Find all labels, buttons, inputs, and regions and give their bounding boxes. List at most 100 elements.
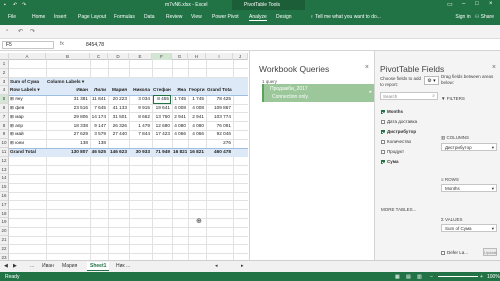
row-header-10[interactable]: 10 <box>0 139 9 148</box>
pivot-row-label[interactable]: ⊞ юни <box>10 139 45 148</box>
tab-design[interactable]: Design <box>276 14 292 20</box>
grand-total-cell[interactable]: 30 933 <box>130 148 151 157</box>
row-header-8[interactable]: 8 <box>0 121 9 131</box>
pivot-value-cell[interactable] <box>130 139 151 148</box>
active-cell[interactable]: 8 455 <box>153 95 171 104</box>
field-checkbox[interactable] <box>381 109 385 114</box>
row-header-15[interactable]: 15 <box>0 183 9 192</box>
undo-icon[interactable]: ↶ <box>18 28 23 35</box>
close-icon[interactable]: × <box>489 1 493 7</box>
pivot-row-label[interactable]: ⊞ яну <box>10 95 45 104</box>
formula-input[interactable]: 8454,78 <box>86 42 104 48</box>
grand-total-cell[interactable]: 16 821 <box>173 148 187 157</box>
tab-insert[interactable]: Insert <box>54 14 67 20</box>
pivot-value-cell[interactable]: 11 841 <box>91 95 107 104</box>
tell-me-search[interactable]: ♀ Tell me what you want to do... <box>310 14 381 20</box>
scroll-left-icon[interactable]: ◂ <box>215 263 218 269</box>
redo-icon[interactable]: ↷ <box>30 28 35 35</box>
field-item[interactable]: Дата доставка <box>381 119 417 124</box>
pivot-value-cell[interactable]: 4 066 <box>173 130 187 139</box>
sheet-tab-mariya[interactable]: Мария <box>62 263 77 269</box>
pivot-value-cell[interactable] <box>189 139 205 148</box>
grand-total-cell[interactable]: 146 623 <box>109 148 128 157</box>
name-box[interactable]: F5 <box>2 41 54 49</box>
pivot-value-cell[interactable]: 7 844 <box>130 130 151 139</box>
pivot-value-cell[interactable]: 27 629 <box>47 130 89 139</box>
share-button[interactable]: Share <box>481 14 494 20</box>
pivot-value-cell[interactable]: 31 501 <box>109 113 128 122</box>
row-header-9[interactable]: 9 <box>0 130 9 140</box>
pivot-value-cell[interactable]: 20 223 <box>109 95 128 104</box>
column-header-a[interactable]: A <box>9 53 46 60</box>
pivot-value-cell[interactable]: 31 381 <box>47 95 89 104</box>
scroll-right-icon[interactable]: ▸ <box>241 263 244 269</box>
field-item[interactable]: Количество <box>381 139 411 144</box>
pivot-value-cell[interactable] <box>153 139 171 148</box>
sign-in-link[interactable]: Sign in <box>455 14 470 20</box>
tab-data[interactable]: Data <box>144 14 155 20</box>
sheet-tab-ivan[interactable]: Иван <box>42 263 54 269</box>
tab-analyze[interactable]: Analyze <box>249 14 267 21</box>
save-icon[interactable]: ▪ <box>4 2 6 8</box>
sheet-tab-sheet1[interactable]: Sheet1 <box>87 262 110 271</box>
next-sheet-icon[interactable]: ▶ <box>13 263 17 269</box>
pivot-value-cell[interactable]: 23 516 <box>47 104 89 113</box>
pivot-value-cell[interactable]: 14 174 <box>91 113 107 122</box>
pivot-value-label[interactable]: Sum of Сума <box>10 78 45 87</box>
pivot-row-label[interactable]: ⊞ апр <box>10 122 45 131</box>
undo-icon[interactable]: ↶ <box>13 2 17 8</box>
row-header-20[interactable]: 20 <box>0 227 9 236</box>
column-header-e[interactable]: E <box>129 53 152 60</box>
pivot-value-cell[interactable]: 103 774 <box>207 113 232 122</box>
pivot-value-cell[interactable]: 109 867 <box>207 104 232 113</box>
pivot-value-cell[interactable] <box>109 139 128 148</box>
pivot-column-header[interactable]: Яна <box>173 86 187 95</box>
pivot-column-header[interactable]: Стефан <box>153 86 171 95</box>
more-tables-link[interactable]: MORE TABLES... <box>381 207 416 212</box>
save-icon[interactable]: ▫ <box>6 28 8 34</box>
grand-total-cell[interactable]: 460 478 <box>207 148 232 157</box>
grand-total-cell[interactable]: 16 821 <box>189 148 205 157</box>
pivot-column-header[interactable]: Лили <box>91 86 107 95</box>
column-header-d[interactable]: D <box>108 53 129 60</box>
column-header-j[interactable]: J <box>233 53 248 60</box>
spreadsheet-grid[interactable]: ABCDEFGHIJK 1234567891011121314151617181… <box>0 53 248 260</box>
pivot-value-cell[interactable]: 41 133 <box>109 104 128 113</box>
pivot-value-cell[interactable]: 138 <box>91 139 107 148</box>
grand-total-cell[interactable]: 71 949 <box>153 148 171 157</box>
field-item[interactable]: Сума <box>381 159 398 164</box>
row-header-12[interactable]: 12 <box>0 156 9 166</box>
column-header-i[interactable]: I <box>206 53 233 60</box>
row-header-22[interactable]: 22 <box>0 244 9 254</box>
field-checkbox[interactable] <box>381 129 385 134</box>
column-header-b[interactable]: B <box>46 53 90 60</box>
pivot-value-cell[interactable]: 18 338 <box>47 122 89 131</box>
pivot-value-cell[interactable] <box>173 139 187 148</box>
row-header-17[interactable]: 17 <box>0 200 9 210</box>
row-header-2[interactable]: 2 <box>0 68 9 78</box>
pivot-value-cell[interactable]: 1 479 <box>130 122 151 131</box>
prev-sheet-icon[interactable]: ◀ <box>4 263 8 269</box>
sheet-tab-nik[interactable]: Ник ... <box>116 263 130 269</box>
select-all-corner[interactable] <box>0 53 9 60</box>
pivot-value-cell[interactable]: 17 423 <box>153 130 171 139</box>
field-checkbox[interactable] <box>381 159 385 164</box>
tab-page-layout[interactable]: Page Layout <box>78 14 106 20</box>
field-item[interactable]: Дистрибутор <box>381 129 416 134</box>
pivot-value-cell[interactable]: 2 941 <box>189 113 205 122</box>
row-header-3[interactable]: 3 <box>0 77 9 87</box>
rows-field-button[interactable]: Months ▾ <box>441 184 497 192</box>
update-button[interactable]: Update <box>483 248 497 256</box>
pivot-value-cell[interactable]: 4 008 <box>189 104 205 113</box>
pivot-value-cell[interactable]: 12 680 <box>153 122 171 131</box>
pivot-value-cell[interactable]: 26 326 <box>109 122 128 131</box>
pivot-value-cell[interactable]: 3 034 <box>130 95 151 104</box>
pivot-value-cell[interactable]: 19 641 <box>153 104 171 113</box>
query-item[interactable]: Продажби_2017 Connection only. ▸ <box>262 84 374 102</box>
page-break-view-icon[interactable]: ▥ <box>417 274 422 280</box>
grand-total-cell[interactable]: 46 525 <box>91 148 107 157</box>
pivot-value-cell[interactable]: 27 440 <box>109 130 128 139</box>
row-header-16[interactable]: 16 <box>0 192 9 201</box>
pivot-row-label[interactable]: ⊞ мар <box>10 113 45 122</box>
checkbox[interactable] <box>441 250 445 255</box>
